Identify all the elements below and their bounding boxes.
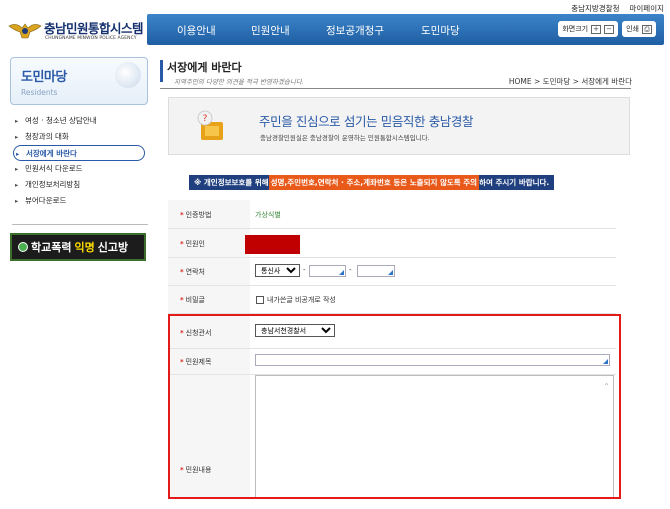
banner-text-1: 학교폭력 — [31, 241, 72, 254]
auth-method-value: 가상식별 — [255, 211, 281, 219]
row-subject: * 민원제목 — [168, 349, 616, 375]
row-agency: * 신청관서 충남서천경찰서 — [168, 316, 616, 349]
row-applicant: * 민원인 — [168, 229, 616, 258]
zoom-in-icon[interactable]: + — [591, 24, 602, 34]
label-contact: 연락처 — [185, 268, 205, 276]
label-applicant: 민원인 — [185, 240, 205, 248]
required-mark: * — [180, 358, 184, 366]
sidebar-divider — [12, 224, 148, 225]
agency-select[interactable]: 충남서천경찰서 — [255, 324, 335, 337]
body-textarea[interactable]: ⌃ — [255, 375, 614, 498]
logo-title: 충남민원통합시스템 — [44, 21, 144, 36]
phone-dash: - — [349, 266, 352, 274]
title-accent-bar — [160, 60, 163, 82]
phone-middle-input[interactable] — [309, 265, 346, 277]
bullet-icon — [18, 242, 28, 252]
carrier-select[interactable]: 통신사 — [255, 264, 300, 277]
scroll-up-icon[interactable]: ⌃ — [603, 382, 610, 391]
required-mark: * — [180, 240, 184, 248]
notice-highlight: 성명,주민번호,연락처 · 주소,계좌번호 등은 노출되지 않도록 주의 — [268, 175, 480, 190]
font-size-control: 화면크기 + − — [558, 21, 619, 37]
sidebar-item-privacy[interactable]: 개인정보처리방침 — [13, 177, 148, 193]
zoom-out-icon[interactable]: − — [604, 24, 615, 34]
label-body: 민원내용 — [185, 466, 212, 474]
label-subject: 민원제목 — [185, 358, 212, 366]
logo-subtitle: CHUNGNAME MINWON POLICE AGENCY — [45, 36, 137, 41]
intro-description: 충남경찰민원실은 충남경찰이 운영하는 민원통합시스템입니다. — [260, 134, 430, 142]
link-my-page[interactable]: 마이페이지 — [630, 3, 665, 14]
required-mark: * — [180, 268, 184, 276]
gnb-item-guide[interactable]: 이용안내 — [177, 23, 216, 38]
row-auth-method: * 인증방법 가상식별 — [168, 200, 616, 229]
util-links: 충남지방경찰청 마이페이지 — [571, 3, 664, 14]
banner-text-anonymous: 익명 — [74, 241, 95, 254]
sidebar-item-forms[interactable]: 민원서식 다운로드 — [13, 161, 148, 177]
required-mark: * — [180, 296, 184, 304]
page-title: 서장에게 바란다 — [167, 61, 242, 74]
font-size-label: 화면크기 — [562, 25, 589, 33]
sidebar-item-chief-talk[interactable]: 청장과의 대화 — [13, 129, 148, 145]
label-auth-method: 인증방법 — [185, 211, 212, 219]
global-nav: 이용안내 민원안내 정보공개청구 도민마당 화면크기 + − 인쇄 ⎙ — [147, 14, 664, 45]
label-private: 비밀글 — [185, 296, 205, 304]
required-mark: * — [180, 211, 184, 219]
breadcrumb: HOME > 도민마당 > 서장에게 바란다 — [508, 77, 632, 86]
svg-text:?: ? — [203, 114, 208, 124]
phone-last-input[interactable] — [357, 265, 395, 277]
sidebar-item-request-chief[interactable]: 서장에게 바란다 — [13, 145, 145, 162]
link-police-agency[interactable]: 충남지방경찰청 — [571, 3, 619, 14]
sidebar-title: 도민마당 — [21, 70, 67, 85]
globe-icon — [115, 62, 141, 88]
page-subtitle: 지역주민의 다양한 의견을 적극 반영하겠습니다. — [174, 78, 304, 86]
required-mark: * — [180, 466, 184, 474]
phone-dash: - — [303, 266, 306, 274]
gnb-item-disclosure[interactable]: 정보공개청구 — [326, 23, 384, 38]
row-private: * 비밀글 내가쓴글 비공개로 작성 — [168, 286, 616, 314]
title-divider — [160, 88, 631, 89]
notice-suffix: 하여 주시기 바랍니다. — [479, 178, 550, 187]
sidebar-header: 도민마당 Residents — [10, 57, 148, 105]
question-box-icon: ? — [197, 110, 223, 140]
applicant-name-redacted — [245, 235, 300, 254]
sidebar-item-viewer[interactable]: 뷰어다운로드 — [13, 193, 148, 209]
site-logo[interactable]: 충남민원통합시스템 CHUNGNAME MINWON POLICE AGENCY — [8, 16, 144, 46]
subject-input[interactable] — [255, 354, 610, 366]
intro-headline: 주민을 진심으로 섬기는 믿음직한 충남경찰 — [259, 114, 474, 129]
intro-box: ? 주민을 진심으로 섬기는 믿음직한 충남경찰 충남경찰민원실은 충남경찰이 … — [168, 97, 630, 155]
banner-text-2: 신고방 — [97, 241, 129, 254]
label-agency: 신청관서 — [185, 329, 212, 337]
privacy-notice: ※ 개인정보보호를 위해 성명,주민번호,연락처 · 주소,계좌번호 등은 노출… — [189, 175, 555, 190]
required-mark: * — [180, 329, 184, 337]
police-emblem-icon — [8, 23, 42, 39]
sidebar-item-counseling[interactable]: 여성 · 청소년 상담안내 — [13, 113, 148, 129]
print-button[interactable]: 인쇄 ⎙ — [622, 21, 656, 37]
school-violence-banner[interactable]: 학교폭력 익명 신고방 — [10, 233, 146, 261]
notice-prefix: ※ 개인정보보호를 위해 — [194, 178, 269, 187]
private-post-label: 내가쓴글 비공개로 작성 — [267, 296, 336, 304]
private-post-checkbox[interactable] — [256, 296, 264, 304]
gnb-tools: 화면크기 + − 인쇄 ⎙ — [558, 21, 656, 37]
gnb-item-residents[interactable]: 도민마당 — [421, 23, 460, 38]
row-contact: * 연락처 통신사 - - — [168, 258, 616, 286]
sidebar-menu: 여성 · 청소년 상담안내 청장과의 대화 서장에게 바란다 민원서식 다운로드… — [13, 113, 148, 209]
print-label: 인쇄 — [626, 25, 639, 33]
sidebar-subtitle: Residents — [21, 88, 58, 97]
gnb-item-civil[interactable]: 민원안내 — [251, 23, 290, 38]
printer-icon: ⎙ — [642, 24, 652, 34]
